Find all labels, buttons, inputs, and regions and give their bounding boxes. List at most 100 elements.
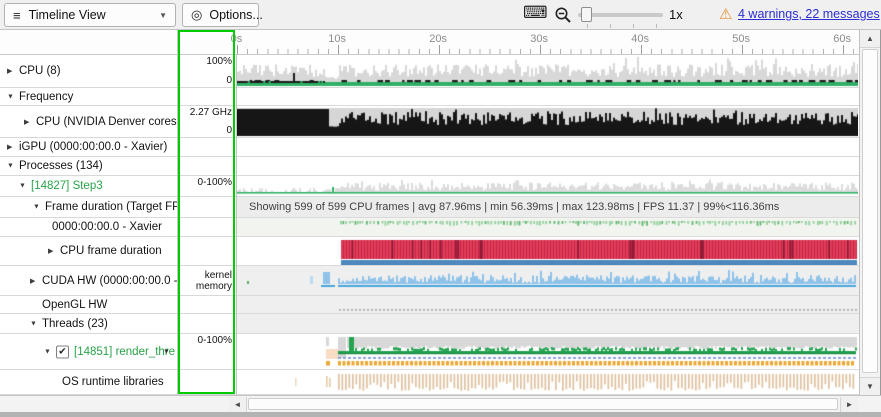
tree-row-frequency[interactable]: ▼Frequency <box>0 88 177 106</box>
expand-arrow-icon[interactable]: ▶ <box>30 277 35 285</box>
horizontal-scroll-thumb[interactable] <box>248 398 838 410</box>
tree-row-threads[interactable]: ▼Threads (23) <box>0 314 177 334</box>
chart-render-thread <box>237 334 858 369</box>
ruler-major-tick <box>843 45 844 54</box>
timeline-cpu-8[interactable] <box>237 55 859 88</box>
timeline-xavier-display[interactable] <box>237 218 859 237</box>
ruler-major-tick <box>439 45 440 54</box>
tree-row-xavier-display[interactable]: 0000:00:00.0 - Xavier <box>0 218 177 237</box>
expand-arrow-icon[interactable]: ▼ <box>33 204 40 211</box>
warnings-messages-link[interactable]: 4 warnings, 22 messages <box>738 7 880 21</box>
ruler-major-tick <box>641 45 642 54</box>
scale-min-label: 0 <box>226 125 232 136</box>
timeline-cpu-frame-duration[interactable] <box>237 237 859 266</box>
tree-row-igpu[interactable]: ▶ iGPU (0000:00:00.0 - Xavier) <box>0 138 177 157</box>
timeline-zoom-slider[interactable] <box>578 0 664 30</box>
ruler-label: 60s <box>833 33 851 45</box>
expand-arrow-icon[interactable]: ▶ <box>48 247 53 255</box>
view-selector-dropdown[interactable]: ≡ Timeline View ▼ <box>4 3 176 27</box>
tree-row-processes[interactable]: ▼Processes (134) <box>0 157 177 176</box>
slider-handle[interactable] <box>581 7 592 22</box>
ruler-label: 10s <box>328 33 346 45</box>
names-header <box>0 30 177 55</box>
ruler-minor-ticks <box>237 49 859 54</box>
expand-arrow-icon[interactable]: ▶ <box>7 143 12 151</box>
thread-dropdown-caret-icon[interactable]: ▼ <box>163 348 170 355</box>
row-label: CPU frame duration <box>60 245 162 257</box>
tree-row-cpu-8[interactable]: ▶CPU (8) <box>0 55 177 88</box>
timeline-frequency[interactable] <box>237 88 859 106</box>
timeline-frame-duration[interactable]: Showing 599 of 599 CPU frames | avg 87.9… <box>237 197 859 218</box>
ruler-major-tick <box>540 45 541 54</box>
timeline-render-thread[interactable] <box>237 334 859 370</box>
scale-step3: 0-100% <box>178 176 236 197</box>
expand-arrow-icon[interactable]: ▼ <box>30 320 37 327</box>
timeline-opengl-hw[interactable] <box>237 296 859 314</box>
expand-arrow-icon[interactable]: ▶ <box>24 118 29 126</box>
scale-frequency <box>178 88 236 106</box>
options-button[interactable]: ◎ Options... <box>182 3 259 27</box>
scroll-right-button[interactable]: ► <box>840 397 858 412</box>
scroll-down-button[interactable]: ▼ <box>860 377 880 395</box>
nsight-timeline-window: ≡ Timeline View ▼ ◎ Options... ⌨ 1x ⚠ 4 … <box>0 0 881 417</box>
tree-row-os-runtime[interactable]: OS runtime libraries <box>0 370 177 395</box>
tree-row-cpu-denver[interactable]: ▶ CPU (NVIDIA Denver cores) <box>0 106 177 138</box>
scale-column: 100%02.27 GHz00-100%kernelmemory0-100% <box>178 30 237 395</box>
ruler-label: 30s <box>530 33 548 45</box>
scroll-left-button[interactable]: ◄ <box>229 397 247 412</box>
ruler-label: 50s <box>732 33 750 45</box>
tree-row-frame-duration[interactable]: ▼Frame duration (Target FP <box>0 197 177 218</box>
ruler-major-tick <box>742 45 743 54</box>
row-label: OpenGL HW <box>42 299 107 311</box>
timeline-threads[interactable] <box>237 314 859 334</box>
keyboard-shortcuts-icon[interactable]: ⌨ <box>523 3 548 23</box>
ruler-label: 20s <box>429 33 447 45</box>
expand-arrow-icon[interactable]: ▼ <box>7 163 14 170</box>
tree-row-opengl-hw[interactable]: OpenGL HW <box>0 296 177 314</box>
hamburger-icon: ≡ <box>13 8 21 23</box>
zoom-out-icon[interactable] <box>554 6 572 29</box>
timeline-step3[interactable] <box>237 176 859 197</box>
chart-step3 <box>237 176 858 196</box>
vertical-scroll-thumb[interactable] <box>862 49 878 373</box>
ruler-label: 40s <box>631 33 649 45</box>
timeline-cpu-denver[interactable] <box>237 106 859 138</box>
tree-row-cuda-hw[interactable]: ▶ CUDA HW (0000:00:00.0 - <box>0 266 177 296</box>
row-label: CUDA HW (0000:00:00.0 - <box>42 275 177 287</box>
scale-threads <box>178 314 236 334</box>
thread-checkbox[interactable]: ✔ <box>56 345 69 358</box>
horizontal-scrollbar[interactable]: ◄ ► <box>0 395 881 412</box>
vertical-scrollbar[interactable]: ▲ ▼ <box>859 30 880 395</box>
chart-opengl-hw <box>237 296 858 313</box>
time-ruler[interactable]: 0s10s20s30s40s50s60s <box>178 30 859 55</box>
timeline-area[interactable]: Showing 599 of 599 CPU frames | avg 87.9… <box>237 55 859 395</box>
timeline-os-runtime[interactable] <box>237 370 859 395</box>
toolbar: ≡ Timeline View ▼ ◎ Options... ⌨ 1x ⚠ 4 … <box>0 0 881 30</box>
tree-row-render-thread[interactable]: ▼✔[14851] render_thre▼ <box>0 334 177 370</box>
options-icon: ◎ <box>191 7 202 23</box>
scroll-up-button[interactable]: ▲ <box>860 30 880 48</box>
row-label: CPU (NVIDIA Denver cores) <box>36 116 177 128</box>
tree-row-cpu-frame-duration[interactable]: ▶ CPU frame duration <box>0 237 177 266</box>
timeline-igpu[interactable] <box>237 138 859 157</box>
row-label: iGPU (0000:00:00.0 - Xavier) <box>19 141 167 153</box>
expand-arrow-icon[interactable]: ▼ <box>19 183 26 190</box>
scale-center-label: kernelmemory <box>196 270 232 292</box>
tree-row-step3[interactable]: ▼ [14827] Step3 <box>0 176 177 197</box>
chart-cpu-frame-duration <box>237 237 858 265</box>
expand-arrow-icon[interactable]: ▶ <box>7 67 12 75</box>
expand-arrow-icon[interactable]: ▼ <box>7 93 14 100</box>
scale-cpu-denver: 2.27 GHz 0 <box>178 106 236 138</box>
scale-cpu-frame-duration <box>178 237 236 266</box>
timeline-cuda-hw[interactable] <box>237 266 859 296</box>
chart-cpu-8 <box>237 55 858 87</box>
expand-arrow-icon[interactable]: ▼ <box>44 348 51 355</box>
row-names-panel: ▶CPU (8)▼Frequency ▶ CPU (NVIDIA Denver co… <box>0 30 178 395</box>
row-label: [14827] Step3 <box>31 180 103 192</box>
scale-processes <box>178 157 236 176</box>
options-label: Options... <box>209 8 263 22</box>
scale-igpu <box>178 138 236 157</box>
row-label: [14851] render_thre <box>74 346 175 358</box>
timeline-processes[interactable] <box>237 157 859 176</box>
scale-max-label: 2.27 GHz <box>190 107 232 118</box>
